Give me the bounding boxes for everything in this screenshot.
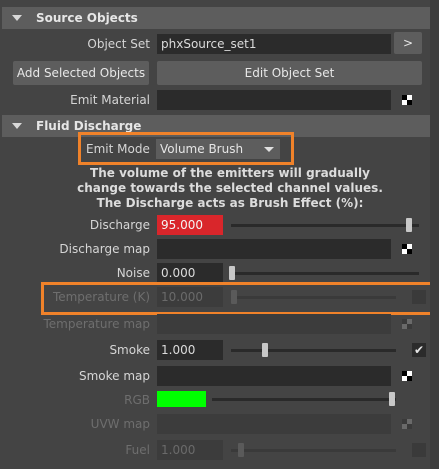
checker-icon[interactable]	[402, 319, 412, 329]
source-objects-header[interactable]: Source Objects	[2, 7, 430, 29]
collapse-triangle-icon	[12, 15, 22, 21]
info-line-1: The volume of the emitters will graduall…	[90, 166, 370, 180]
fuel-slider-track[interactable]	[231, 449, 396, 452]
uvw-map-label: UVW map	[90, 417, 150, 431]
info-line-2: change towards the selected channel valu…	[77, 181, 383, 195]
temperature-map-field[interactable]	[157, 314, 391, 334]
fuel-checkbox[interactable]	[412, 443, 426, 457]
rgb-label: RGB	[124, 393, 150, 407]
discharge-slider-handle[interactable]	[406, 218, 412, 232]
fluid-discharge-title: Fluid Discharge	[36, 119, 142, 133]
temperature-map-label: Temperature map	[43, 317, 151, 331]
emit-material-field[interactable]	[157, 90, 391, 110]
panel-scrollbar[interactable]	[430, 0, 439, 469]
smoke-slider-track[interactable]	[231, 349, 396, 352]
fuel-field[interactable]: 1.000	[157, 440, 223, 460]
discharge-label: Discharge	[89, 218, 150, 232]
discharge-field[interactable]: 95.000	[157, 215, 223, 235]
edit-object-set-button[interactable]: Edit Object Set	[157, 61, 422, 85]
rgb-slider-handle[interactable]	[389, 392, 395, 406]
rgb-color-swatch[interactable]	[157, 391, 206, 407]
checker-icon[interactable]	[402, 95, 412, 105]
info-line-3: The Discharge acts as Brush Effect (%):	[96, 196, 364, 210]
fuel-slider-handle[interactable]	[238, 443, 244, 457]
checker-icon[interactable]	[402, 371, 412, 381]
noise-slider-track[interactable]	[231, 272, 419, 275]
uvw-map-field[interactable]	[157, 414, 391, 434]
smoke-map-field[interactable]	[157, 366, 391, 386]
object-set-field[interactable]: phxSource_set1	[157, 34, 391, 54]
fuel-label: Fuel	[125, 443, 150, 457]
checkmark-icon: ✔	[413, 343, 425, 357]
emit-mode-highlight	[78, 132, 294, 165]
discharge-map-field[interactable]	[157, 239, 391, 259]
discharge-map-label: Discharge map	[59, 242, 150, 256]
source-objects-title: Source Objects	[36, 11, 138, 25]
smoke-label: Smoke	[109, 343, 150, 357]
smoke-slider-handle[interactable]	[262, 343, 268, 357]
checker-icon[interactable]	[402, 244, 412, 254]
noise-field[interactable]: 0.000	[157, 263, 223, 283]
noise-slider-handle[interactable]	[229, 266, 235, 280]
add-selected-objects-button[interactable]: Add Selected Objects	[13, 61, 149, 85]
checker-icon[interactable]	[402, 419, 412, 429]
rgb-slider-track[interactable]	[212, 398, 396, 401]
noise-label: Noise	[116, 266, 150, 280]
object-set-label: Object Set	[87, 37, 150, 51]
temperature-highlight	[41, 282, 434, 315]
collapse-triangle-icon	[12, 123, 22, 129]
smoke-map-label: Smoke map	[78, 369, 150, 383]
discharge-slider-track[interactable]	[231, 224, 419, 227]
smoke-checkbox[interactable]: ✔	[412, 343, 426, 357]
object-set-select-button[interactable]: >	[394, 32, 422, 54]
emit-material-label: Emit Material	[70, 93, 150, 107]
smoke-field[interactable]: 1.000	[157, 340, 223, 360]
